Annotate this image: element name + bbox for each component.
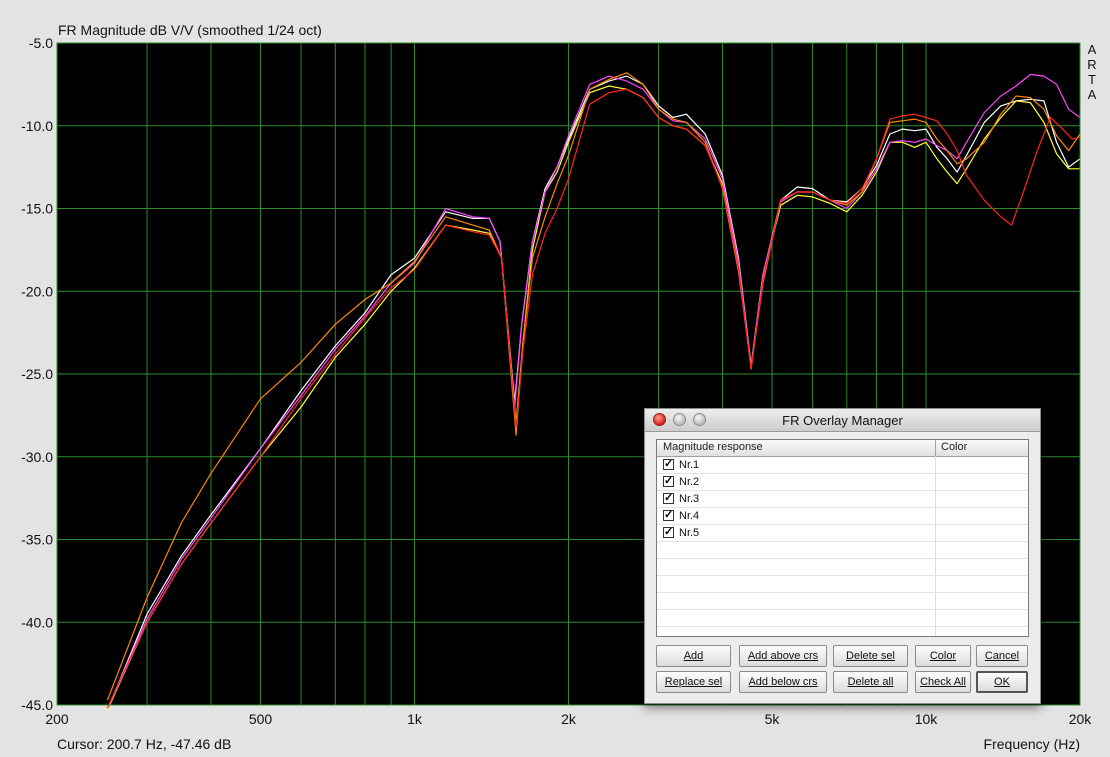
- y-tick-label: -40.0: [21, 614, 53, 630]
- y-tick-label: -20.0: [21, 283, 53, 299]
- cursor-readout: Cursor: 200.7 Hz, -47.46 dB: [57, 736, 232, 752]
- delete-all-button[interactable]: Delete all: [833, 671, 908, 693]
- arta-letter: A: [1087, 42, 1097, 57]
- dialog-titlebar[interactable]: FR Overlay Manager: [645, 409, 1040, 432]
- overlay-checkbox[interactable]: ✓: [663, 527, 674, 538]
- replace-selected-button[interactable]: Replace sel: [656, 671, 731, 693]
- overlay-list[interactable]: Magnitude response Color ✓ Nr.1 ✓ Nr.2 ✓…: [656, 439, 1029, 637]
- arta-logo: A R T A: [1085, 42, 1099, 102]
- overlay-checkbox[interactable]: ✓: [663, 459, 674, 470]
- overlay-manager-dialog: FR Overlay Manager Magnitude response Co…: [644, 408, 1041, 704]
- column-header-color[interactable]: Color: [941, 441, 967, 453]
- y-tick-labels: -5.0-10.0-15.0-20.0-25.0-30.0-35.0-40.0-…: [21, 35, 53, 713]
- list-item-empty: [657, 576, 1028, 593]
- x-tick-label: 5k: [765, 711, 781, 727]
- add-button[interactable]: Add: [656, 645, 731, 667]
- dialog-title: FR Overlay Manager: [782, 413, 903, 428]
- list-item[interactable]: ✓ Nr.5: [657, 525, 1028, 542]
- overlay-checkbox[interactable]: ✓: [663, 510, 674, 521]
- x-tick-label: 500: [249, 711, 273, 727]
- y-tick-label: -25.0: [21, 366, 53, 382]
- list-item[interactable]: ✓ Nr.4: [657, 508, 1028, 525]
- add-below-cursor-button[interactable]: Add below crs: [739, 671, 827, 693]
- column-header-magnitude[interactable]: Magnitude response: [663, 441, 763, 453]
- y-tick-label: -15.0: [21, 201, 53, 217]
- x-tick-label: 2k: [561, 711, 577, 727]
- list-item-empty: [657, 559, 1028, 576]
- list-item-empty: [657, 610, 1028, 627]
- x-tick-label: 10k: [915, 711, 939, 727]
- x-tick-label: 20k: [1069, 711, 1093, 727]
- list-item[interactable]: ✓ Nr.3: [657, 491, 1028, 508]
- arta-letter: A: [1087, 87, 1097, 102]
- overlay-checkbox[interactable]: ✓: [663, 476, 674, 487]
- x-tick-label: 1k: [407, 711, 423, 727]
- arta-letter: R: [1087, 57, 1097, 72]
- x-axis-label: Frequency (Hz): [983, 736, 1080, 752]
- y-tick-label: -30.0: [21, 449, 53, 465]
- check-all-button[interactable]: Check All: [915, 671, 971, 693]
- list-header: Magnitude response Color: [657, 440, 1028, 457]
- x-tick-labels: 200 500 1k 2k 5k 10k 20k: [45, 711, 1092, 727]
- overlay-label: Nr.3: [679, 493, 700, 505]
- delete-selected-button[interactable]: Delete sel: [833, 645, 908, 667]
- list-item-empty: [657, 593, 1028, 610]
- list-item-empty: [657, 542, 1028, 559]
- list-item[interactable]: ✓ Nr.2: [657, 474, 1028, 491]
- color-button[interactable]: Color: [915, 645, 971, 667]
- y-tick-label: -35.0: [21, 532, 53, 548]
- list-item[interactable]: ✓ Nr.1: [657, 457, 1028, 474]
- arta-letter: T: [1088, 72, 1096, 87]
- overlay-checkbox[interactable]: ✓: [663, 493, 674, 504]
- overlay-label: Nr.1: [679, 459, 700, 471]
- overlay-label: Nr.4: [679, 510, 700, 522]
- y-tick-label: -10.0: [21, 118, 53, 134]
- y-tick-label: -5.0: [29, 35, 53, 51]
- overlay-label: Nr.5: [679, 527, 700, 539]
- ok-button[interactable]: OK: [976, 671, 1028, 693]
- x-tick-label: 200: [45, 711, 69, 727]
- add-above-cursor-button[interactable]: Add above crs: [739, 645, 827, 667]
- cancel-button[interactable]: Cancel: [976, 645, 1028, 667]
- overlay-label: Nr.2: [679, 476, 700, 488]
- column-separator: [935, 440, 936, 456]
